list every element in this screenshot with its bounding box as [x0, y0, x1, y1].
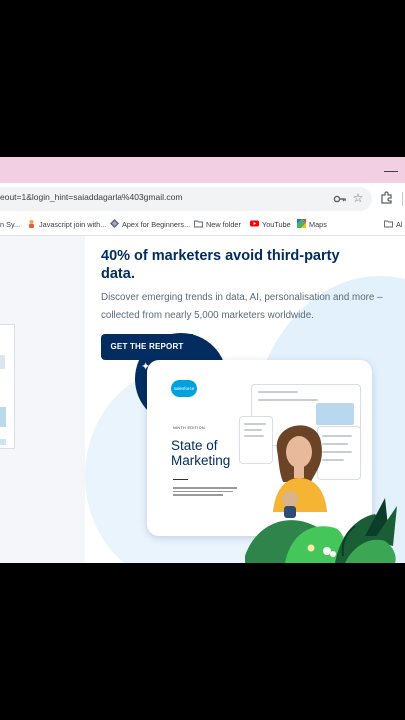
login-card-edge [0, 324, 15, 449]
bookmark-label: n Sy... [0, 220, 21, 229]
maps-icon [297, 219, 306, 228]
password-key-icon[interactable] [333, 192, 347, 206]
page-content: 40% of marketers avoid third-party data.… [0, 236, 405, 563]
folder-icon [194, 220, 203, 228]
browser-window: — eout=1&login_hint=saiaddagarla%403gmai… [0, 157, 405, 563]
youtube-icon [250, 220, 259, 227]
bookmark-label: New folder [206, 220, 241, 229]
bookmark-label: Maps [309, 220, 327, 229]
bookmark-item-javascript[interactable]: Javascript join with... [27, 218, 106, 232]
folder-icon [384, 220, 393, 228]
bookmark-item-youtube[interactable]: YouTube [250, 218, 291, 232]
minimize-button[interactable]: — [381, 160, 401, 180]
bookmark-label: Apex for Beginners... [122, 220, 191, 229]
bookmark-item-maps[interactable]: Maps [297, 218, 327, 232]
card-fragment [0, 439, 6, 445]
browser-toolbar: eout=1&login_hint=saiaddagarla%403gmail.… [0, 183, 405, 215]
login-side-panel [0, 236, 85, 563]
address-url[interactable]: eout=1&login_hint=saiaddagarla%403gmail.… [0, 192, 182, 202]
card-fragment [0, 355, 5, 369]
apex-icon [110, 219, 119, 228]
bookmark-item-apex[interactable]: Apex for Beginners... [110, 218, 190, 232]
bookmark-star-icon[interactable]: ☆ [351, 191, 365, 205]
bookmark-label: YouTube [262, 220, 291, 229]
javascript-icon [29, 220, 34, 228]
plant-leaves-decoration [245, 498, 397, 563]
title-bar: — [0, 157, 405, 183]
bookmark-label: Javascript join with... [39, 220, 107, 229]
toolbar-divider [402, 192, 403, 206]
address-bar[interactable]: eout=1&login_hint=saiaddagarla%403gmail.… [0, 187, 372, 211]
bookmark-label: Al [396, 220, 403, 229]
card-fragment [0, 407, 6, 427]
bookmarks-bar: n Sy... Javascript join with... Apex for… [0, 215, 405, 236]
extensions-puzzle-icon[interactable] [380, 191, 394, 205]
bookmark-folder-al[interactable]: Al [384, 218, 403, 232]
bookmark-folder-new-folder[interactable]: New folder [194, 218, 241, 232]
marketing-promo-panel: 40% of marketers avoid third-party data.… [85, 236, 405, 563]
bookmark-item[interactable]: n Sy... [0, 218, 20, 232]
